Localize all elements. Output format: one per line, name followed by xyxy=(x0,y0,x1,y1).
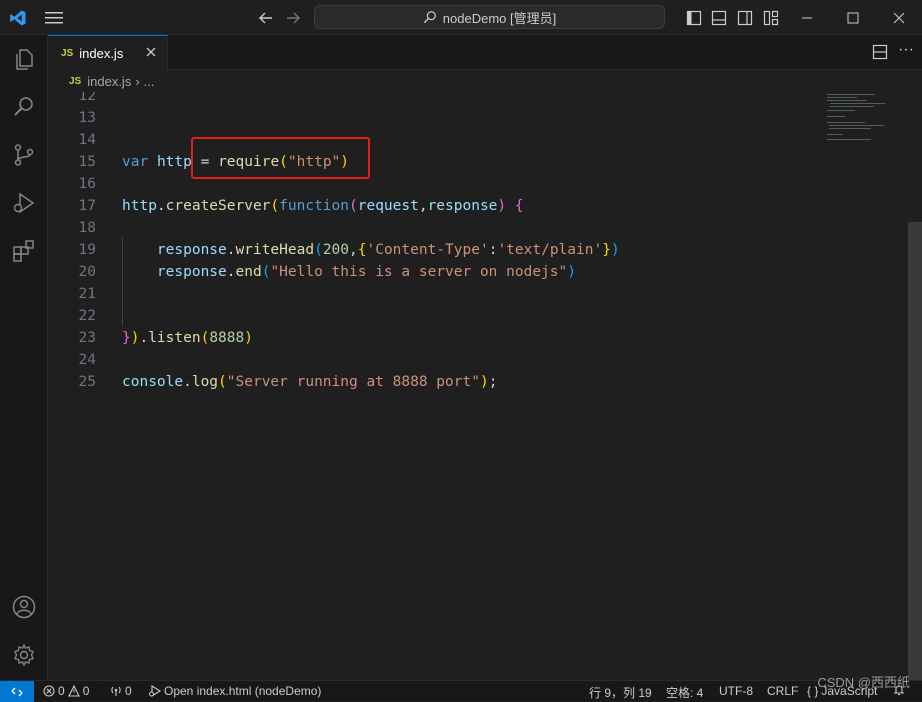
code-line: 17 http.createServer(function(request,res… xyxy=(48,195,808,217)
run-icon xyxy=(149,685,161,697)
code-line: 22 xyxy=(48,305,808,327)
line-number: 13 xyxy=(78,110,96,126)
code-line: 16 xyxy=(48,173,808,195)
broadcast-icon xyxy=(111,686,121,696)
error-count: 0 xyxy=(58,684,65,698)
code-text: response.end("Hello this is a server on … xyxy=(156,264,576,280)
toggle-primary-sidebar-icon[interactable] xyxy=(684,8,704,28)
js-file-icon: JS xyxy=(69,75,82,87)
line-number: 19 xyxy=(78,242,96,258)
toggle-secondary-sidebar-icon[interactable] xyxy=(735,8,755,28)
breadcrumb-separator: › xyxy=(135,73,140,89)
problems-status[interactable]: 0 0 xyxy=(43,684,89,698)
line-number: 21 xyxy=(78,286,96,302)
customize-layout-icon[interactable] xyxy=(761,8,781,28)
code-text: }).listen(8888) xyxy=(122,330,253,346)
warning-icon xyxy=(67,685,80,697)
code-line: 15 var http = require("http") xyxy=(48,151,808,173)
line-number: 20 xyxy=(78,264,96,280)
split-editor-icon[interactable] xyxy=(872,44,888,60)
ports-count: 0 xyxy=(125,684,132,698)
tab-index-js[interactable]: JS index.js xyxy=(48,35,168,70)
line-number: 12 xyxy=(78,92,96,104)
code-line: 13 xyxy=(48,107,808,129)
toggle-panel-icon[interactable] xyxy=(709,8,729,28)
eol-status[interactable]: CRLF xyxy=(767,684,798,698)
more-actions-icon[interactable]: ··· xyxy=(898,42,914,58)
command-center[interactable]: nodeDemo [管理员] xyxy=(314,5,665,29)
maximize-button[interactable] xyxy=(830,0,876,35)
breadcrumb: JS index.js › ... xyxy=(48,70,922,92)
status-bar: 0 0 0 Open index.html (nodeDemo) 行 9，列 1… xyxy=(0,680,922,702)
accounts-icon[interactable] xyxy=(12,595,36,619)
breadcrumb-file[interactable]: index.js xyxy=(87,74,131,89)
code-text: http.createServer(function(request,respo… xyxy=(122,198,524,214)
run-debug-icon[interactable] xyxy=(12,191,36,215)
window-title: nodeDemo [管理员] xyxy=(442,10,557,26)
minimize-button[interactable] xyxy=(784,0,830,35)
code-line: 25 console.log("Server running at 8888 po… xyxy=(48,371,808,393)
highlight-annotation-box xyxy=(191,137,370,179)
line-number: 25 xyxy=(78,374,96,390)
minimap[interactable] xyxy=(825,92,905,152)
editor-tabs: JS index.js ··· xyxy=(48,35,922,70)
remote-indicator-icon[interactable] xyxy=(0,681,34,702)
forward-arrow-icon[interactable] xyxy=(283,8,303,28)
watermark: CSDN @西西纸 xyxy=(817,675,910,690)
line-number: 14 xyxy=(78,132,96,148)
back-arrow-icon[interactable] xyxy=(256,8,276,28)
title-bar: nodeDemo [管理员] xyxy=(0,0,922,35)
line-number: 15 xyxy=(78,154,96,170)
warning-count: 0 xyxy=(82,684,90,698)
line-number: 18 xyxy=(78,220,96,236)
code-text: console.log("Server running at 8888 port… xyxy=(122,374,498,390)
vscode-logo-icon xyxy=(8,8,28,28)
code-line: 14 xyxy=(48,129,808,151)
explorer-icon[interactable] xyxy=(12,47,36,71)
menu-icon[interactable] xyxy=(44,8,64,28)
error-icon xyxy=(43,685,55,697)
manage-gear-icon[interactable] xyxy=(12,643,36,667)
code-text: response.writeHead(200,{'Content-Type':'… xyxy=(156,242,620,258)
vertical-scrollbar[interactable] xyxy=(908,92,922,680)
js-file-icon: JS xyxy=(61,47,74,59)
live-server-label: Open index.html (nodeDemo) xyxy=(164,684,322,698)
code-line: 20 response.end("Hello this is a server … xyxy=(48,261,808,283)
code-line: 23 }).listen(8888) xyxy=(48,327,808,349)
ports-status[interactable]: 0 xyxy=(110,684,132,698)
code-line: 24 xyxy=(48,349,808,371)
code-line: 12 xyxy=(48,92,808,107)
close-tab-icon[interactable] xyxy=(143,44,159,60)
line-number: 22 xyxy=(78,308,96,324)
code-line: 21 xyxy=(48,283,808,305)
live-server-status[interactable]: Open index.html (nodeDemo) xyxy=(148,684,321,698)
search-view-icon[interactable] xyxy=(12,95,36,119)
code-line: 19 response.writeHead(200,{'Content-Type… xyxy=(48,239,808,261)
scrollbar-thumb[interactable] xyxy=(908,222,922,680)
extensions-icon[interactable] xyxy=(12,239,36,263)
source-control-icon[interactable] xyxy=(12,143,36,167)
activity-bar xyxy=(0,35,48,680)
search-icon xyxy=(423,11,436,24)
indentation-status[interactable]: 空格: 4 xyxy=(666,684,703,701)
line-number: 23 xyxy=(78,330,96,346)
encoding-status[interactable]: UTF-8 xyxy=(719,684,753,698)
code-line: 18 xyxy=(48,217,808,239)
breadcrumb-more[interactable]: ... xyxy=(144,74,155,89)
line-number: 17 xyxy=(78,198,96,214)
code-editor[interactable]: 12 13 14 15 var http = require("http") 16… xyxy=(48,92,908,680)
tab-label: index.js xyxy=(79,45,124,61)
close-window-button[interactable] xyxy=(876,0,922,35)
line-number: 16 xyxy=(78,176,96,192)
line-number: 24 xyxy=(78,352,96,368)
cursor-position[interactable]: 行 9，列 19 xyxy=(589,684,652,701)
